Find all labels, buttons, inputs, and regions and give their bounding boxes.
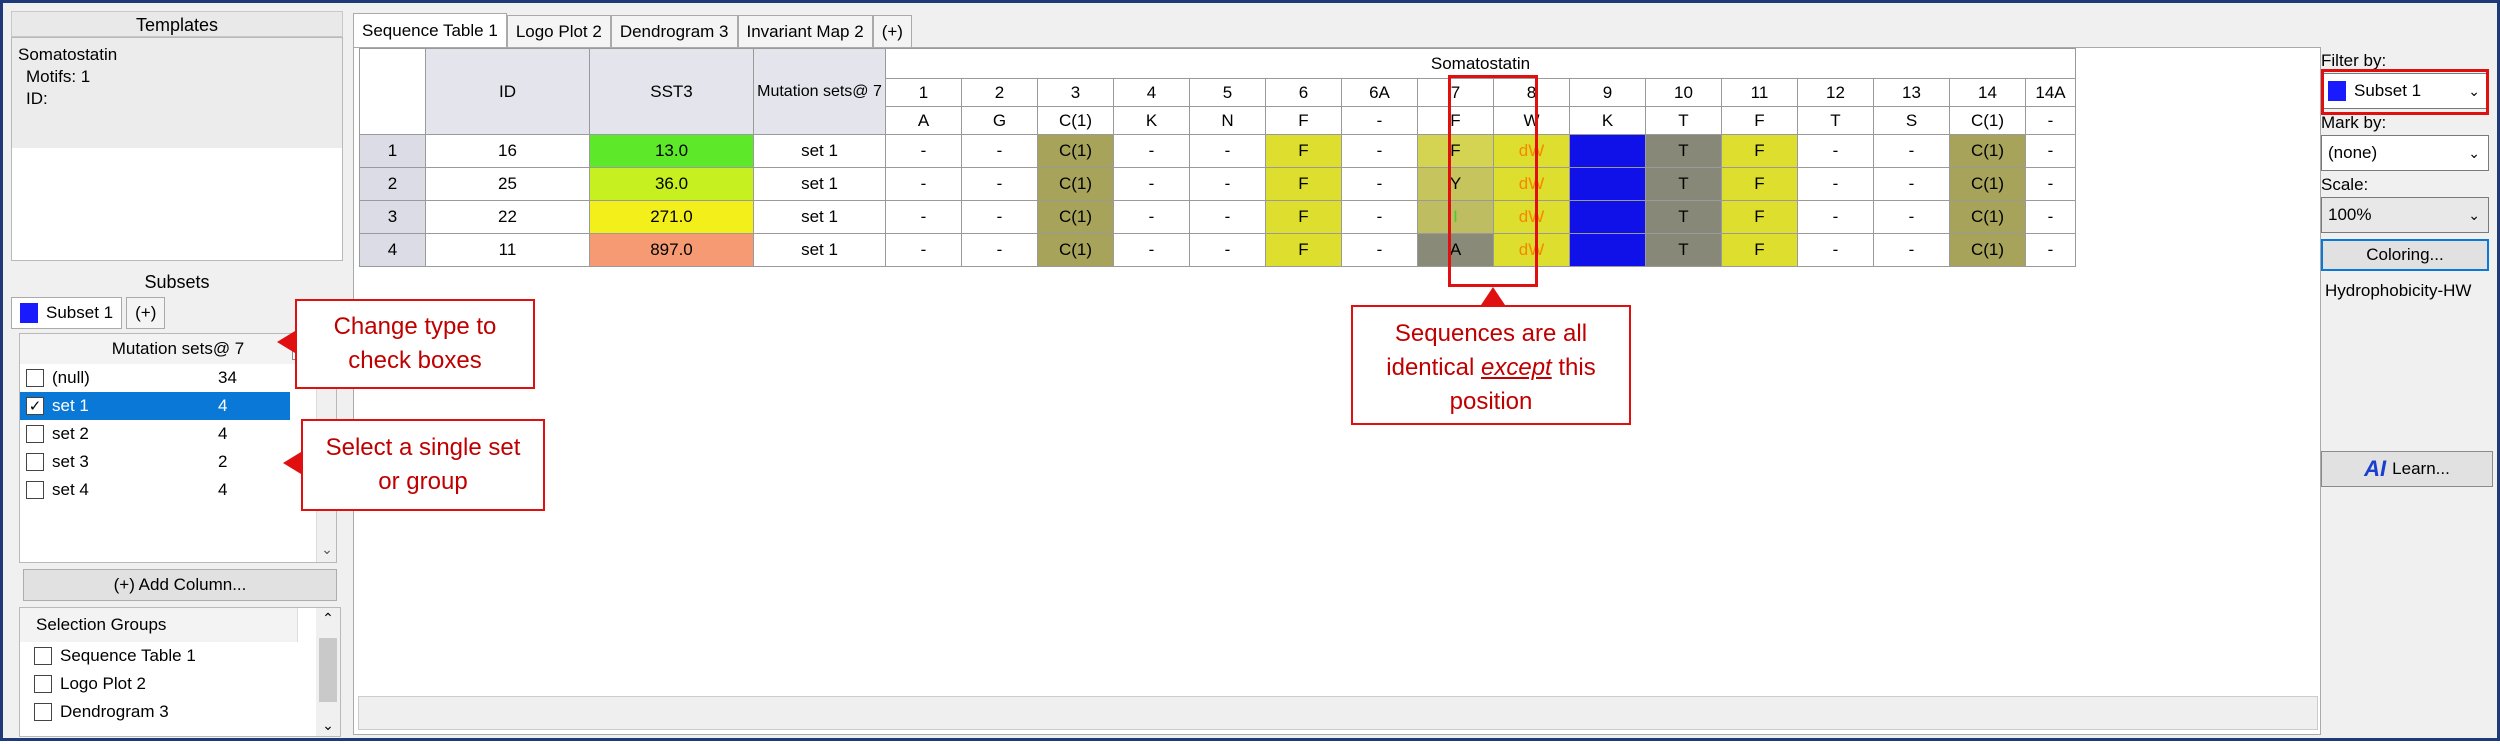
arrow-change-type	[277, 331, 295, 353]
callout-change-type: Change type to check boxes	[295, 299, 535, 389]
callout-identical-em: except	[1481, 354, 1552, 381]
callout-select-single: Select a single set or group	[301, 419, 545, 511]
arrow-select-single	[283, 452, 301, 474]
app-window: Templates Somatostatin Motifs: 1 ID: Sub…	[0, 0, 2500, 741]
arrow-identical	[1481, 287, 1505, 305]
callout-identical: Sequences are all identical except this …	[1351, 305, 1631, 425]
